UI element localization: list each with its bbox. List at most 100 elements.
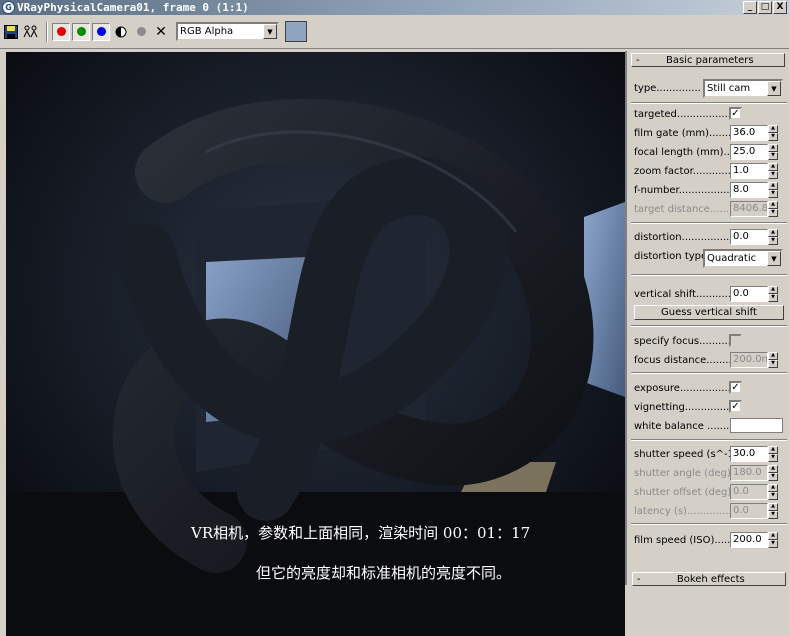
spin-down-icon[interactable]: ▼ (768, 190, 778, 198)
divider (631, 274, 787, 276)
focal-length-spinner[interactable]: 25.0 ▲ ▼ (730, 144, 778, 160)
type-label: type.............. (634, 82, 701, 94)
alpha-dot-icon[interactable] (132, 23, 150, 41)
film-speed-value[interactable]: 200.0 (730, 532, 768, 548)
spin-up-icon[interactable]: ▲ (768, 163, 778, 171)
spin-up-icon: ▲ (768, 503, 778, 511)
targeted-label: targeted................... (634, 108, 738, 120)
color-swatch[interactable] (285, 21, 307, 42)
guess-vertical-shift-button[interactable]: Guess vertical shift (634, 305, 784, 320)
white-balance-swatch[interactable] (730, 418, 783, 433)
app-icon: G (2, 1, 15, 14)
film-gate-label: film gate (mm).......... (634, 127, 741, 139)
blue-channel-icon[interactable] (92, 22, 110, 41)
spin-up-icon[interactable]: ▲ (768, 286, 778, 294)
spin-up-icon[interactable]: ▲ (768, 229, 778, 237)
channel-select-value: RGB Alpha (180, 26, 234, 37)
distortion-type-label: distortion type. (634, 250, 711, 262)
vertical-shift-value[interactable]: 0.0 (730, 286, 768, 302)
targeted-checkbox[interactable]: ✓ (729, 107, 742, 120)
white-balance-label: white balance ......... (634, 420, 736, 432)
spin-up-icon[interactable]: ▲ (768, 182, 778, 190)
red-channel-icon[interactable] (52, 22, 70, 41)
bokeh-effects-rollout[interactable]: - Bokeh effects (632, 572, 786, 586)
distortion-type-select[interactable]: Quadratic ▼ (703, 249, 783, 268)
channel-select[interactable]: RGB Alpha ▼ (176, 22, 279, 41)
distortion-spinner[interactable]: 0.0 ▲ ▼ (730, 229, 778, 245)
spin-up-icon[interactable]: ▲ (768, 532, 778, 540)
spin-up-icon[interactable]: ▲ (768, 446, 778, 454)
shutter-angle-value: 180.0 (730, 465, 768, 481)
basic-parameters-rollout[interactable]: - Basic parameters (631, 53, 785, 67)
spin-down-icon: ▼ (768, 209, 778, 217)
close-button[interactable]: X (773, 1, 787, 14)
target-distance-spinner: 8406.8 ▲ ▼ (730, 201, 778, 217)
shutter-speed-spinner[interactable]: 30.0 ▲ ▼ (730, 446, 778, 462)
focus-distance-value: 200.0m (730, 352, 768, 368)
spin-up-icon: ▲ (768, 352, 778, 360)
spin-down-icon[interactable]: ▼ (768, 454, 778, 462)
spin-down-icon[interactable]: ▼ (768, 171, 778, 179)
shutter-offset-value: 0.0 (730, 484, 768, 500)
focal-length-label: focal length (mm)..... (634, 146, 740, 158)
divider (631, 372, 787, 374)
specify-focus-label: specify focus.......... (634, 335, 731, 347)
rollout-title: Basic parameters (665, 54, 754, 66)
spin-down-icon: ▼ (768, 360, 778, 368)
frame-buffer-toolbar: ✕ RGB Alpha ▼ (0, 15, 789, 49)
clear-icon[interactable]: ✕ (152, 23, 170, 41)
spin-up-icon[interactable]: ▲ (768, 144, 778, 152)
vignetting-checkbox[interactable]: ✓ (729, 400, 742, 413)
spin-down-icon[interactable]: ▼ (768, 540, 778, 548)
spin-down-icon[interactable]: ▼ (768, 237, 778, 245)
mono-icon[interactable] (112, 23, 130, 41)
render-viewport: VR相机，参数和上面相同，渲染时间 00：01：17 但它的亮度却和标准相机的亮… (6, 52, 625, 636)
vertical-shift-spinner[interactable]: 0.0 ▲ ▼ (730, 286, 778, 302)
maximize-button[interactable]: □ (758, 1, 772, 14)
exposure-checkbox[interactable]: ✓ (729, 381, 742, 394)
film-speed-label: film speed (ISO)....... (634, 534, 737, 546)
clone-icon[interactable] (22, 23, 40, 41)
type-select[interactable]: Still cam ▼ (703, 79, 783, 98)
green-channel-icon[interactable] (72, 22, 90, 41)
vignetting-label: vignetting................. (634, 401, 739, 413)
window-title: VRayPhysicalCamera01, frame 0 (1:1) (17, 1, 249, 14)
latency-spinner: 0.0 ▲ ▼ (730, 503, 778, 519)
f-number-value[interactable]: 8.0 (730, 182, 768, 198)
spin-down-icon: ▼ (768, 473, 778, 481)
caption-line-1: VR相机，参数和上面相同，渲染时间 00：01：17 (191, 524, 531, 542)
vertical-shift-label: vertical shift............. (634, 288, 738, 300)
spin-down-icon[interactable]: ▼ (768, 294, 778, 302)
minimize-button[interactable]: _ (743, 1, 757, 14)
specify-focus-checkbox[interactable] (729, 334, 742, 347)
exposure-label: exposure.................. (634, 382, 738, 394)
latency-value: 0.0 (730, 503, 768, 519)
chevron-down-icon: ▼ (263, 24, 277, 39)
spin-up-icon[interactable]: ▲ (768, 125, 778, 133)
divider (631, 222, 787, 224)
film-speed-spinner[interactable]: 200.0 ▲ ▼ (730, 532, 778, 548)
shutter-speed-label: shutter speed (s^-1). (634, 448, 742, 460)
zoom-factor-value[interactable]: 1.0 (730, 163, 768, 179)
shutter-offset-spinner: 0.0 ▲ ▼ (730, 484, 778, 500)
divider (631, 439, 787, 441)
spin-down-icon[interactable]: ▼ (768, 133, 778, 141)
chevron-down-icon: ▼ (767, 251, 781, 266)
spin-down-icon: ▼ (768, 492, 778, 500)
f-number-label: f-number.................. (634, 184, 736, 196)
distortion-type-value: Quadratic (707, 253, 757, 264)
target-distance-label: target distance.......... (634, 203, 742, 215)
film-gate-value[interactable]: 36.0 (730, 125, 768, 141)
spin-down-icon[interactable]: ▼ (768, 152, 778, 160)
film-gate-spinner[interactable]: 36.0 ▲ ▼ (730, 125, 778, 141)
focal-length-value[interactable]: 25.0 (730, 144, 768, 160)
caption-line-2: 但它的亮度却和标准相机的亮度不同。 (256, 564, 512, 582)
f-number-spinner[interactable]: 8.0 ▲ ▼ (730, 182, 778, 198)
rollout-title: Bokeh effects (676, 573, 745, 585)
spin-up-icon: ▲ (768, 465, 778, 473)
save-icon[interactable] (2, 23, 20, 41)
shutter-speed-value[interactable]: 30.0 (730, 446, 768, 462)
distortion-value[interactable]: 0.0 (730, 229, 768, 245)
zoom-factor-spinner[interactable]: 1.0 ▲ ▼ (730, 163, 778, 179)
focus-distance-label: focus distance......... (634, 354, 735, 366)
